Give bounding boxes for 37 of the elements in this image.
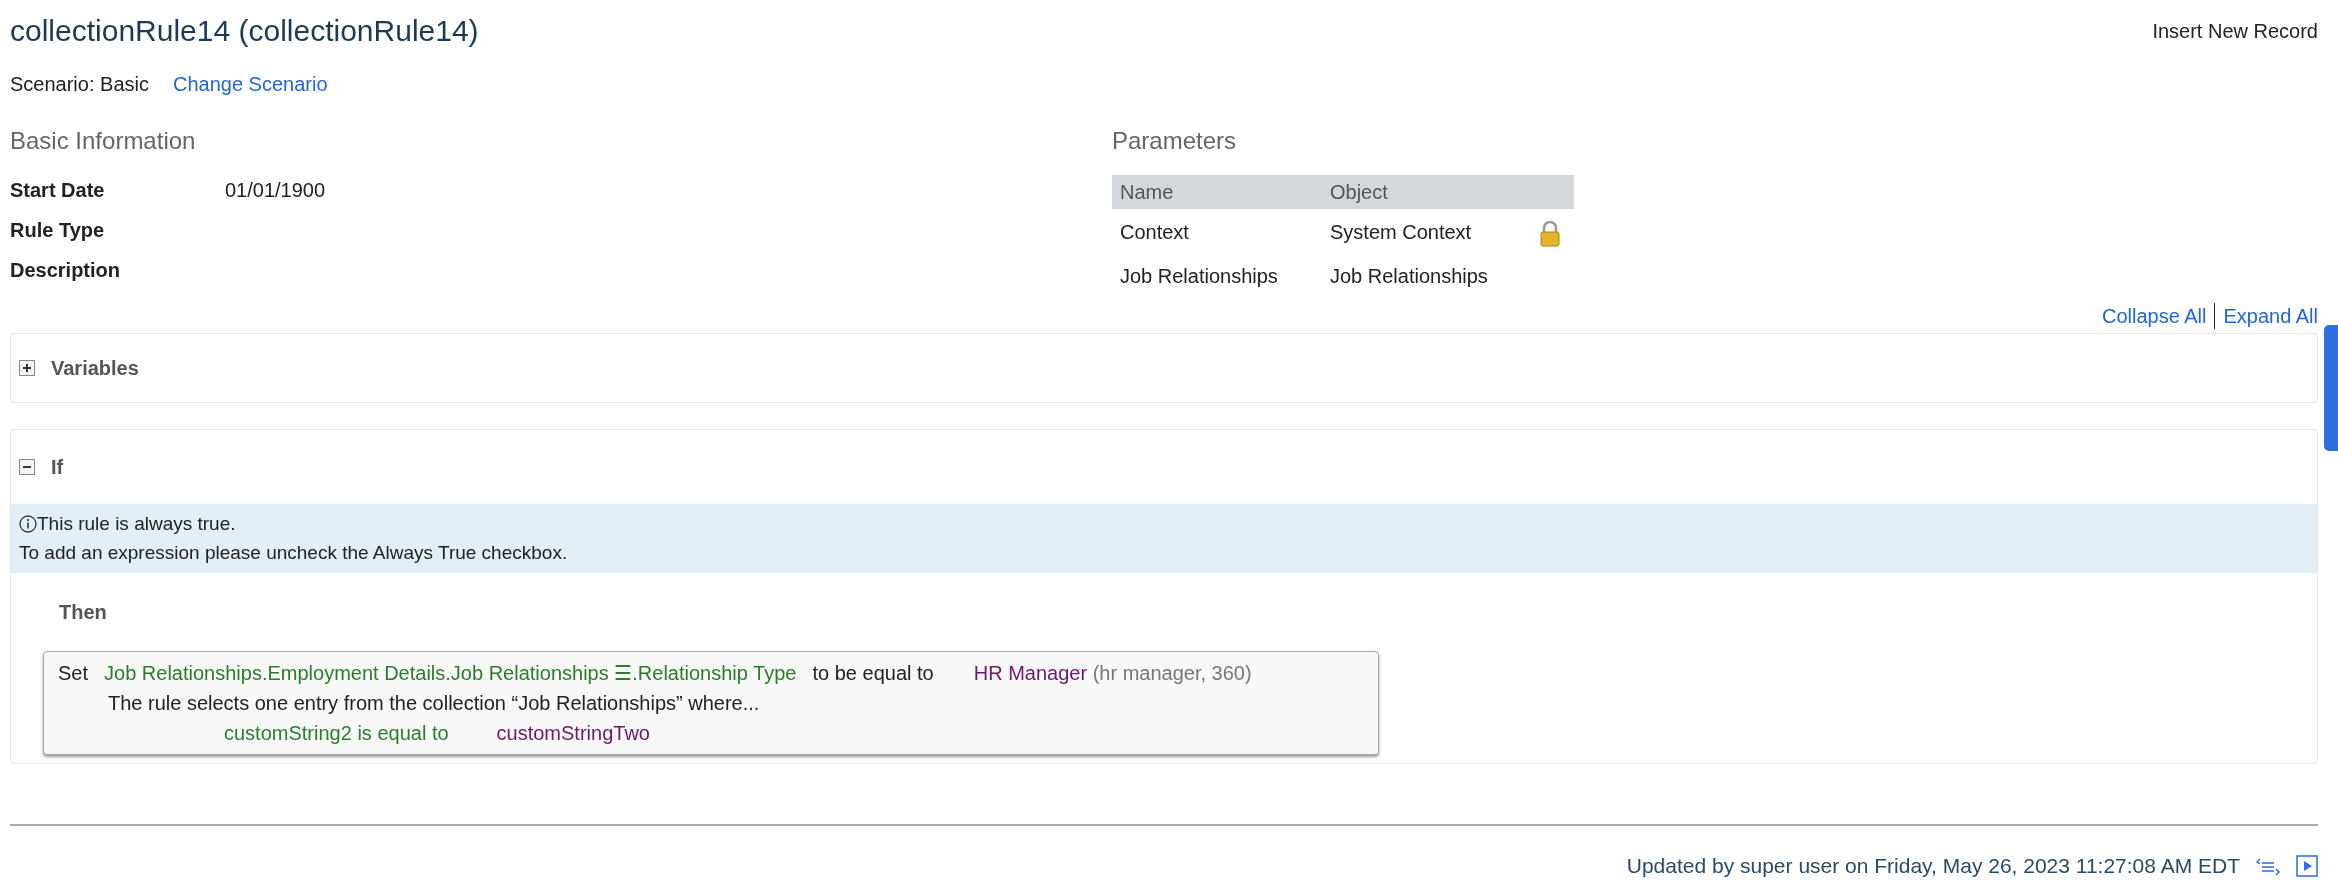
list-icon[interactable]	[2256, 855, 2280, 876]
section-title: If	[51, 455, 64, 480]
updated-text: Updated by super user on Friday, May 26, 2023 11:27:08 AM EDT	[1626, 853, 2240, 879]
section-title: Then	[59, 600, 108, 625]
table-cell: System Context	[1330, 221, 1472, 243]
field-path: Job Relationships.Employment Details.Job Relationships ☰.Relationship Type	[104, 661, 797, 686]
info-icon	[19, 515, 37, 534]
table-cell: Job Relationships	[1120, 265, 1278, 287]
field-label: Start Date	[10, 178, 106, 203]
description-text: The rule selects one entry from the collection “Job Relationships” where...	[108, 691, 761, 716]
collapse-all-link[interactable]: Collapse All	[2101, 301, 2207, 331]
scenario-label: Scenario: Basic	[10, 72, 149, 97]
info-text: This rule is always true.	[37, 512, 236, 536]
condition-field: customString2 is equal to	[224, 718, 449, 748]
info-text: To add an expression please uncheck the Always True checkbox.	[19, 540, 569, 565]
table-cell: Context	[1120, 221, 1189, 243]
action-verb: Set	[58, 661, 89, 686]
field-value: 01/01/1900	[225, 178, 326, 203]
page-title: collectionRule14 (collectionRule14)	[10, 13, 479, 49]
change-scenario-link[interactable]: Change Scenario	[172, 69, 328, 99]
expand-all-link[interactable]: Expand All	[2223, 301, 2318, 331]
collapse-toggle-icon[interactable]	[19, 459, 35, 475]
insert-record-link[interactable]: Insert New Record	[2152, 16, 2318, 46]
section-title: Variables	[51, 356, 139, 381]
value-text: HR Manager (hr manager, 360)	[973, 661, 1252, 686]
section-heading: Basic Information	[10, 126, 197, 156]
column-header: Object	[1322, 175, 1532, 209]
expand-toggle-icon[interactable]	[19, 360, 35, 376]
field-label: Description	[10, 258, 122, 283]
operator-text: to be equal to	[812, 661, 934, 686]
condition-value: customStringTwo	[496, 721, 650, 746]
scrollbar-thumb[interactable]	[2324, 325, 2338, 451]
field-label: Rule Type	[10, 218, 106, 243]
column-header: Name	[1112, 175, 1322, 209]
play-icon[interactable]	[2296, 854, 2318, 877]
table-cell: Job Relationships	[1330, 265, 1488, 287]
section-heading: Parameters	[1112, 126, 1238, 156]
